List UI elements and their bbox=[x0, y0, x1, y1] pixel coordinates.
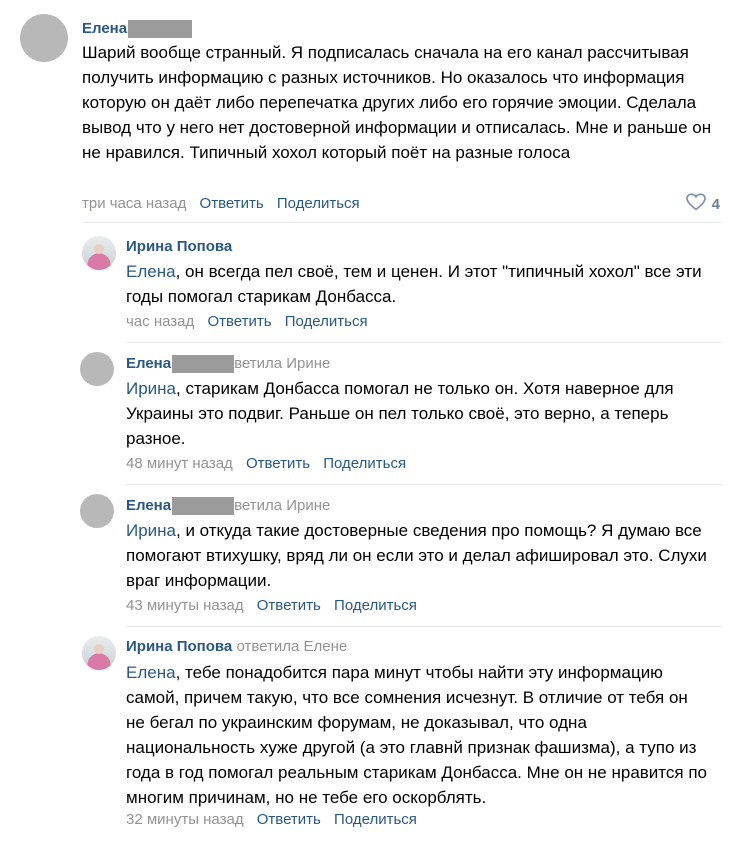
comment-text: Ирина, старикам Донбасса помогал не толь… bbox=[126, 379, 674, 448]
avatar[interactable] bbox=[82, 236, 116, 270]
mention-link[interactable]: Ирина bbox=[126, 521, 176, 540]
mention-link[interactable]: Ирина bbox=[126, 379, 176, 398]
author-name[interactable]: Елена bbox=[126, 497, 171, 514]
like-button[interactable]: 4 bbox=[685, 193, 720, 215]
reply-button[interactable]: Ответить bbox=[207, 313, 271, 330]
divider bbox=[82, 222, 722, 223]
avatar[interactable] bbox=[82, 636, 116, 670]
mention-link[interactable]: Елена bbox=[126, 262, 176, 281]
comment-author-line: Елена bbox=[82, 20, 193, 38]
comment-meta: 43 минуты назад Ответить Поделиться bbox=[126, 597, 426, 615]
comment-author-line: Ирина Попова bbox=[126, 238, 232, 256]
comment-meta: 32 минуты назад Ответить Поделиться bbox=[126, 811, 426, 829]
reply-button[interactable]: Ответить bbox=[200, 195, 264, 212]
timestamp[interactable]: 48 минут назад bbox=[126, 455, 233, 472]
divider bbox=[126, 342, 722, 343]
redacted-surname bbox=[172, 497, 235, 515]
mention-link[interactable]: Елена bbox=[126, 663, 176, 682]
comment-author-line: Елена ветила Ирине bbox=[126, 355, 330, 373]
comment-author-line: Елена ветила Ирине bbox=[126, 497, 330, 515]
author-name[interactable]: Елена bbox=[82, 20, 127, 37]
comment-text: Ирина, и откуда такие достоверные сведен… bbox=[126, 521, 707, 590]
author-name[interactable]: Ирина Попова bbox=[126, 238, 232, 255]
reply-button[interactable]: Ответить bbox=[246, 455, 310, 472]
comment-meta: 48 минут назад Ответить Поделиться bbox=[126, 455, 415, 473]
comment-author-line: Ирина Попова ответила Елене bbox=[126, 638, 347, 656]
comment-text: Шарий вообще странный. Я подписалась сна… bbox=[82, 43, 712, 162]
heart-icon bbox=[685, 193, 706, 215]
author-name[interactable]: Елена bbox=[126, 355, 171, 372]
comment-meta: час назад Ответить Поделиться bbox=[126, 313, 377, 331]
divider bbox=[126, 484, 722, 485]
redacted-surname bbox=[172, 355, 235, 373]
replied-to[interactable]: ветила Ирине bbox=[234, 355, 330, 372]
share-button[interactable]: Поделиться bbox=[277, 195, 360, 212]
replied-to[interactable]: ответила Елене bbox=[236, 638, 347, 655]
comment-meta: три часа назад Ответить Поделиться bbox=[82, 195, 369, 213]
replied-to[interactable]: ветила Ирине bbox=[234, 497, 330, 514]
timestamp[interactable]: 32 минуты назад bbox=[126, 811, 244, 828]
reply-button[interactable]: Ответить bbox=[257, 597, 321, 614]
avatar[interactable] bbox=[80, 352, 114, 386]
timestamp[interactable]: 43 минуты назад bbox=[126, 597, 244, 614]
redacted-surname bbox=[128, 20, 193, 38]
share-button[interactable]: Поделиться bbox=[334, 597, 417, 614]
reply-button[interactable]: Ответить bbox=[257, 811, 321, 828]
comment-text: Елена, тебе понадобится пара минут чтобы… bbox=[126, 663, 707, 807]
share-button[interactable]: Поделиться bbox=[285, 313, 368, 330]
share-button[interactable]: Поделиться bbox=[334, 811, 417, 828]
timestamp[interactable]: три часа назад bbox=[82, 195, 186, 212]
author-name[interactable]: Ирина Попова bbox=[126, 638, 232, 655]
share-button[interactable]: Поделиться bbox=[323, 455, 406, 472]
like-count: 4 bbox=[711, 195, 720, 213]
avatar[interactable] bbox=[80, 494, 114, 528]
comment-text: Елена, он всегда пел своё, тем и ценен. … bbox=[126, 262, 702, 306]
avatar[interactable] bbox=[20, 14, 68, 62]
divider bbox=[126, 626, 722, 627]
timestamp[interactable]: час назад bbox=[126, 313, 194, 330]
